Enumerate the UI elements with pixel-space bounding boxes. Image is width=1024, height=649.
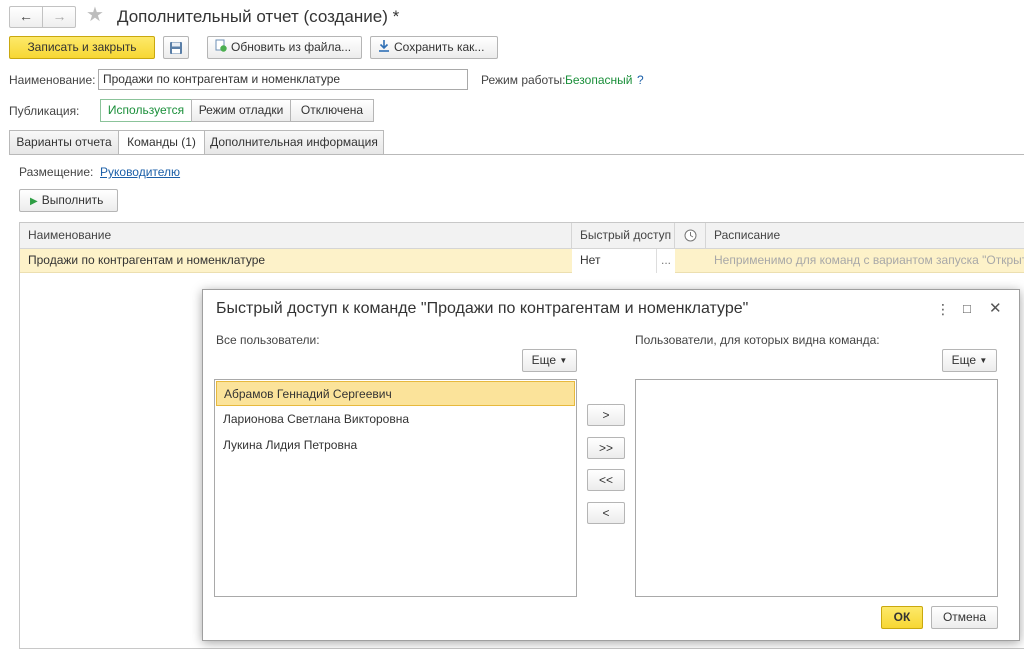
table-row[interactable]: Продажи по контрагентам и номенклатуре Н… (20, 249, 1024, 273)
name-label: Наименование: (9, 73, 96, 87)
row-schedule-cell: Неприменимо для команд с вариантом запус… (714, 253, 1024, 267)
tab-report-variants[interactable]: Варианты отчета (9, 130, 119, 154)
more-left-label: Еще (531, 353, 557, 367)
visible-users-list[interactable] (635, 379, 998, 597)
save-as-button[interactable]: Сохранить как... (370, 36, 498, 59)
tab-additional-info[interactable]: Дополнительная информация (204, 130, 384, 154)
list-item[interactable]: Ларионова Светлана Викторовна (216, 407, 575, 432)
chevron-down-icon: ▼ (559, 356, 568, 365)
floppy-disk-icon (170, 42, 182, 54)
move-left-button[interactable]: < (587, 502, 625, 524)
placement-link[interactable]: Руководителю (100, 164, 180, 180)
clock-icon (675, 223, 706, 249)
refresh-file-icon (215, 39, 227, 52)
tab-commands[interactable]: Команды (1) (118, 130, 205, 155)
publication-option-used[interactable]: Используется (100, 99, 192, 122)
publication-label: Публикация: (9, 104, 80, 118)
move-all-left-button[interactable]: << (587, 469, 625, 491)
quick-access-dialog: Быстрый доступ к команде "Продажи по кон… (202, 289, 1020, 641)
window-title: Дополнительный отчет (создание) * (117, 7, 400, 26)
back-button[interactable]: ← (10, 7, 43, 27)
dialog-title: Быстрый доступ к команде "Продажи по кон… (216, 300, 749, 317)
forward-button[interactable]: → (43, 7, 76, 27)
row-quick-access-cell[interactable]: Нет (572, 249, 656, 273)
all-users-list[interactable]: Абрамов Геннадий Сергеевич Ларионова Све… (214, 379, 577, 597)
cancel-button[interactable]: Отмена (931, 606, 998, 629)
publication-option-debug[interactable]: Режим отладки (191, 99, 291, 122)
run-button[interactable]: ▶ Выполнить (19, 189, 118, 212)
run-button-label: Выполнить (41, 193, 104, 207)
move-all-right-button[interactable]: >> (587, 437, 625, 459)
save-button[interactable] (163, 36, 189, 59)
help-icon[interactable]: ? (637, 72, 644, 88)
ok-button[interactable]: ОК (881, 606, 923, 629)
placement-label: Размещение: (19, 165, 94, 179)
name-input[interactable]: Продажи по контрагентам и номенклатуре (98, 69, 468, 90)
chevron-down-icon: ▼ (979, 356, 988, 365)
navigation-buttons: ← → (9, 6, 76, 28)
column-header-schedule[interactable]: Расписание (706, 223, 1024, 249)
list-item[interactable]: Лукина Лидия Петровна (216, 433, 575, 458)
download-icon (379, 40, 389, 52)
close-icon[interactable]: ✕ (989, 300, 1002, 318)
more-left-button[interactable]: Еще ▼ (522, 349, 577, 372)
more-menu-icon[interactable]: ⋮ (936, 300, 950, 318)
mode-label: Режим работы: (481, 73, 566, 87)
save-and-close-button[interactable]: Записать и закрыть (9, 36, 155, 59)
all-users-label: Все пользователи: (216, 333, 320, 347)
visible-users-label: Пользователи, для которых видна команда: (635, 333, 880, 347)
list-item[interactable]: Абрамов Геннадий Сергеевич (216, 381, 575, 406)
column-header-name[interactable]: Наименование (20, 223, 572, 249)
row-name-cell: Продажи по контрагентам и номенклатуре (28, 253, 266, 267)
tab-divider (9, 154, 1024, 155)
more-right-button[interactable]: Еще ▼ (942, 349, 997, 372)
update-from-file-button[interactable]: Обновить из файла... (207, 36, 362, 59)
maximize-icon[interactable]: □ (963, 300, 971, 318)
more-right-label: Еще (951, 353, 977, 367)
play-icon: ▶ (30, 196, 38, 207)
star-icon[interactable]: ★ (86, 4, 104, 26)
update-from-file-label: Обновить из файла... (231, 40, 352, 54)
mode-value-link[interactable]: Безопасный (565, 72, 632, 88)
table-header: Наименование Быстрый доступ Расписание (20, 223, 1024, 249)
move-right-button[interactable]: > (587, 404, 625, 426)
row-ellipsis-button[interactable]: ... (656, 249, 675, 273)
save-as-label: Сохранить как... (394, 40, 485, 54)
column-header-quick-access[interactable]: Быстрый доступ (572, 223, 675, 249)
publication-option-disabled[interactable]: Отключена (290, 99, 374, 122)
